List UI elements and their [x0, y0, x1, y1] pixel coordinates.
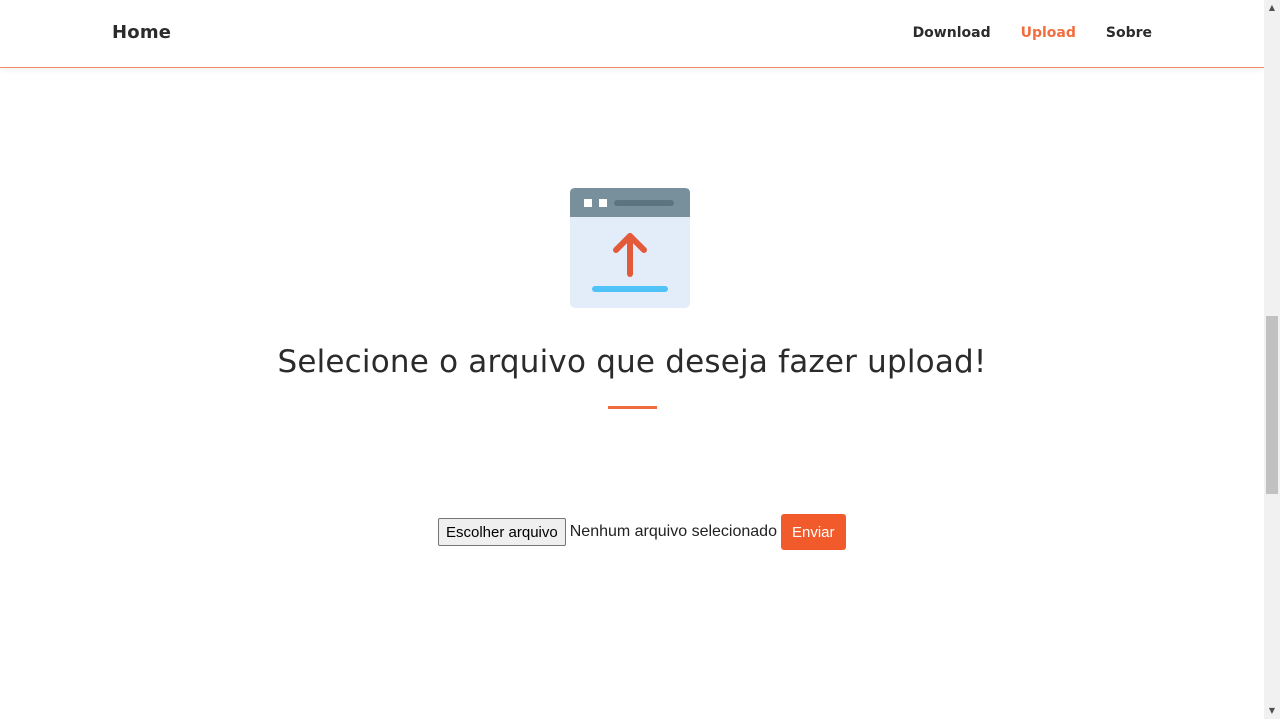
vertical-scrollbar[interactable]: ▲ ▼: [1264, 0, 1280, 719]
page: Home Download Upload Sobre Selecione o a…: [0, 0, 1264, 719]
upload-window-icon: [570, 188, 690, 308]
upload-form: Escolher arquivo Nenhum arquivo selecion…: [438, 514, 846, 550]
page-title: Selecione o arquivo que deseja fazer upl…: [277, 344, 987, 380]
submit-button[interactable]: Enviar: [780, 514, 846, 550]
scroll-thumb[interactable]: [1266, 316, 1278, 494]
scroll-up-icon[interactable]: ▲: [1264, 0, 1280, 16]
nav-links: Download Upload Sobre: [913, 25, 1152, 41]
choose-file-button[interactable]: Escolher arquivo: [438, 518, 566, 546]
scroll-down-icon[interactable]: ▼: [1264, 703, 1280, 719]
nav-link-upload[interactable]: Upload: [1021, 25, 1076, 41]
nav-link-download[interactable]: Download: [913, 25, 991, 41]
file-status-text: Nenhum arquivo selecionado: [569, 523, 777, 540]
navbar: Home Download Upload Sobre: [0, 0, 1264, 68]
heading-divider: [608, 406, 657, 409]
brand-home-link[interactable]: Home: [112, 22, 171, 43]
nav-link-sobre[interactable]: Sobre: [1106, 25, 1152, 41]
